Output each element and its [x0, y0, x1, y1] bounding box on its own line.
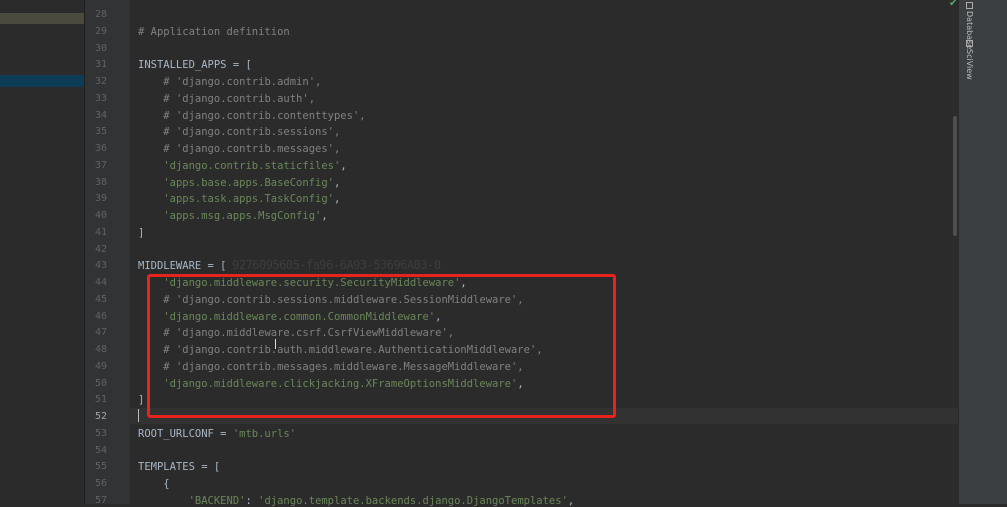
line-number-gutter[interactable]: 28 29 30 31 32 33 34 35 36 37 38 39 40 41 42 43 44 45 46 47…: [85, 0, 138, 506]
line-number: 37: [94, 159, 107, 171]
code-line: ROOT_URLCONF = 'mtb.urls': [138, 427, 297, 440]
sciview-tool-tab[interactable]: SciView: [960, 40, 974, 80]
code-line: MIDDLEWARE = [: [138, 260, 227, 273]
line-number: 57: [94, 494, 107, 506]
line-number: 51: [94, 394, 107, 406]
code-editor[interactable]: # Application definition INSTALLED_APPS =…: [130, 0, 958, 507]
sciview-tab-label: SciView: [965, 49, 974, 80]
code-line: ]: [138, 394, 145, 407]
line-number: 56: [94, 478, 107, 489]
project-tree-selected-item[interactable]: [0, 75, 84, 87]
line-number: 50: [94, 377, 107, 389]
line-number: 54: [94, 444, 107, 456]
code-line: # 'django.contrib.auth',: [163, 92, 316, 105]
line-number: 40: [94, 210, 107, 221]
line-number: 41: [94, 226, 107, 238]
mouse-text-cursor: [275, 339, 276, 349]
line-number: 43: [94, 260, 107, 272]
editor-scrollbar-track[interactable]: [950, 0, 958, 504]
code-line: TEMPLATES = [: [138, 461, 221, 474]
line-number: 49: [94, 360, 107, 372]
line-number: 55: [94, 461, 107, 473]
line-number: 52: [94, 411, 107, 422]
line-number: 39: [94, 193, 107, 205]
code-line: 'apps.task.apps.TaskConfig',: [163, 193, 341, 206]
code-line: 'apps.msg.apps.MsgConfig',: [163, 210, 328, 222]
inspection-ok-icon[interactable]: ✔: [949, 0, 957, 9]
database-icon: [965, 2, 973, 9]
line-number: 35: [94, 126, 107, 138]
line-number: 42: [94, 243, 107, 255]
line-number: 53: [94, 427, 107, 439]
code-line: ]: [138, 226, 145, 239]
line-number: 31: [94, 59, 107, 71]
code-line: # 'django.contrib.sessions',: [163, 126, 341, 139]
line-number: 32: [94, 76, 107, 87]
code-line: INSTALLED_APPS = [: [138, 59, 252, 72]
line-number: 33: [94, 92, 107, 104]
code-line: # 'django.contrib.admin',: [163, 76, 322, 88]
code-line: # 'django.contrib.messages',: [163, 143, 341, 155]
line-number: 48: [94, 344, 107, 355]
project-tree-panel[interactable]: [0, 0, 85, 504]
text-caret: [138, 409, 139, 422]
code-line: 'apps.base.apps.BaseConfig',: [163, 176, 341, 189]
code-line: {: [138, 478, 170, 490]
editor-scrollbar-thumb[interactable]: [953, 116, 957, 236]
sciview-icon: [965, 40, 973, 47]
code-line: 'django.contrib.staticfiles',: [163, 159, 347, 172]
line-number: 44: [94, 277, 107, 288]
line-number: 36: [94, 143, 107, 154]
line-number: 34: [94, 109, 107, 121]
line-number: 30: [94, 42, 107, 54]
line-number: 47: [94, 327, 107, 339]
code-line: 'BACKEND': 'django.template.backends.dja…: [188, 494, 575, 507]
project-tree-highlight: [0, 13, 84, 24]
annotation-highlight-box: [147, 274, 616, 418]
line-number: 46: [94, 310, 107, 322]
line-number: 29: [94, 25, 107, 37]
line-number: 28: [94, 9, 107, 20]
line-number: 45: [94, 293, 107, 305]
code-line: # Application definition: [138, 25, 290, 38]
line-number: 38: [94, 176, 107, 188]
code-line: # 'django.contrib.contenttypes',: [163, 109, 366, 122]
overlay-watermark-text: 9276095605-fa96-6A93-53696A03-0: [232, 258, 441, 272]
